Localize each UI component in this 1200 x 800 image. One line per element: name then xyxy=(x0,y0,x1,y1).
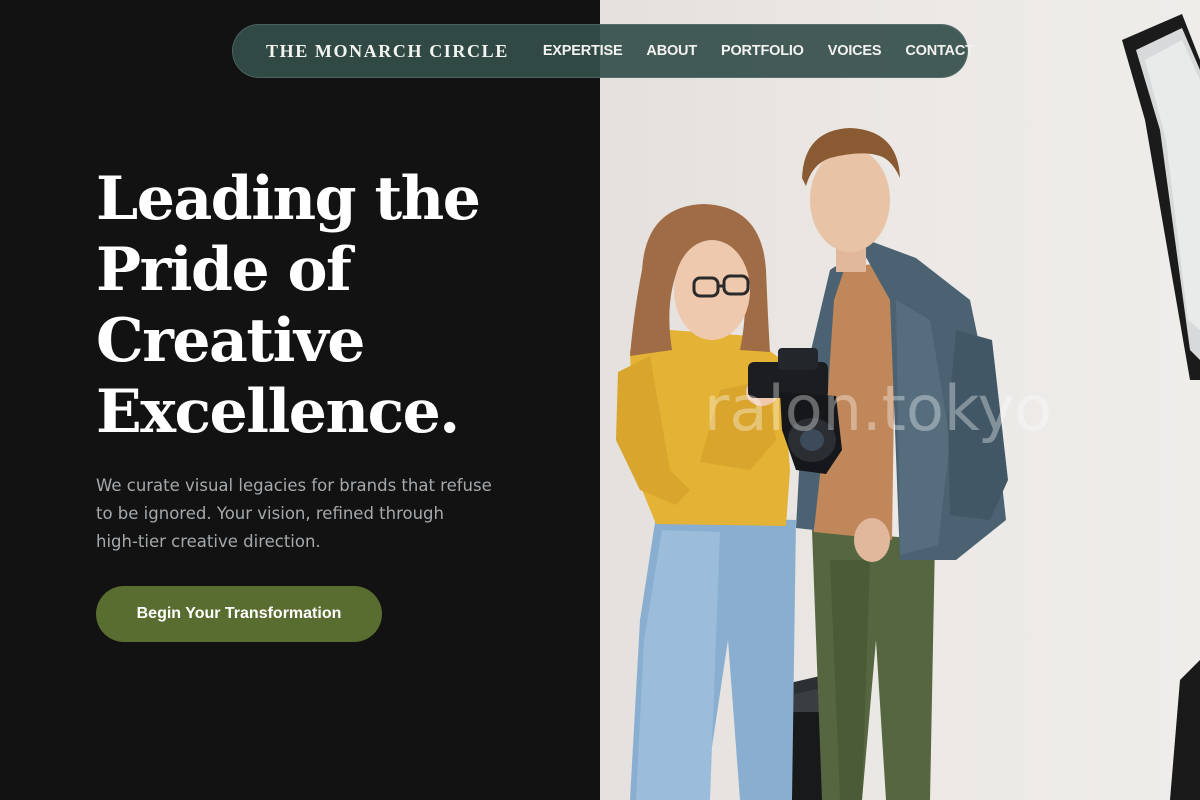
hero-description-line: to be ignored. Your vision, refined thro… xyxy=(96,504,444,523)
nav-links: EXPERTISE ABOUT PORTFOLIO VOICES CONTACT xyxy=(543,43,974,59)
woman-figure xyxy=(616,204,796,800)
nav-link-expertise[interactable]: EXPERTISE xyxy=(543,43,623,59)
main-navigation: THE MONARCH CIRCLE EXPERTISE ABOUT PORTF… xyxy=(232,24,974,78)
begin-transformation-button[interactable]: Begin Your Transformation xyxy=(96,586,382,642)
hero-headline-line: Leading the xyxy=(96,164,481,234)
watermark-text: ralon.tokyo xyxy=(704,372,1053,445)
softbox-light xyxy=(1122,14,1200,800)
hero-description: We curate visual legacies for brands tha… xyxy=(96,472,516,556)
hero-description-line: We curate visual legacies for brands tha… xyxy=(96,476,492,495)
hero-headline-line: Pride of xyxy=(96,235,352,305)
hero-photo: ralon.tokyo xyxy=(600,0,1200,800)
hero-description-line: high-tier creative direction. xyxy=(96,532,321,551)
hero-headline: Leading the Pride of Creative Excellence… xyxy=(96,164,576,448)
nav-link-contact[interactable]: CONTACT xyxy=(905,43,974,59)
nav-link-portfolio[interactable]: PORTFOLIO xyxy=(721,43,804,59)
hero-headline-line: Creative xyxy=(96,306,365,376)
hero-headline-line: Excellence. xyxy=(96,377,460,447)
nav-link-about[interactable]: ABOUT xyxy=(646,43,697,59)
brand-logo[interactable]: THE MONARCH CIRCLE xyxy=(266,41,509,62)
nav-link-voices[interactable]: VOICES xyxy=(828,43,882,59)
